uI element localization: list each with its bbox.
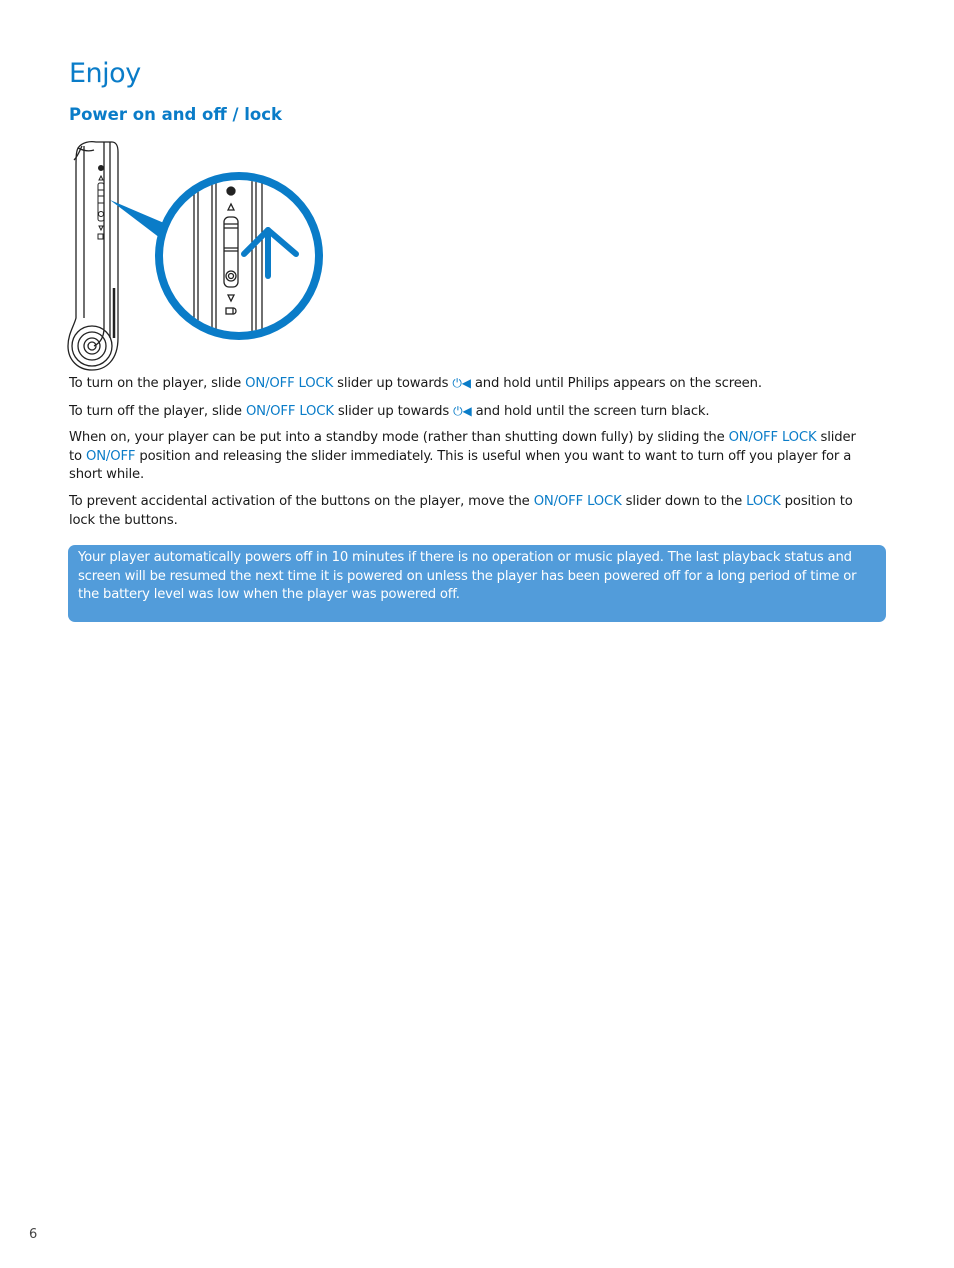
paragraph-turn-on: To turn on the player, slide ON/OFF LOCK… [69,376,762,391]
on-off-lock-label: ON/OFF LOCK [245,404,334,419]
body-slider-markings [97,165,105,240]
player-body [67,141,119,371]
power-icon: ⏻◀ [452,376,471,390]
page-title: Enjoy [69,58,141,89]
on-off-lock-label: ON/OFF LOCK [533,494,622,509]
on-off-lock-label: ON/OFF LOCK [728,430,817,445]
power-icon: ⏻◀ [453,404,472,418]
section-title: Power on and off / lock [69,105,282,124]
on-off-lock-label: ON/OFF LOCK [245,376,334,391]
on-off-label: ON/OFF [85,448,136,464]
player-slider-illustration [67,141,323,371]
note-box: Your player automatically powers off in … [68,545,886,622]
lock-label: LOCK [746,494,781,509]
note-text: Your player automatically powers off in … [78,550,857,603]
paragraph-lock: To prevent accidental activation of the … [69,494,853,528]
paragraph-turn-off: To turn off the player, slide ON/OFF LOC… [69,404,710,419]
page-number: 6 [29,1227,38,1242]
magnifier-callout [110,172,323,340]
paragraph-standby: When on, your player can be put into a s… [69,430,856,482]
